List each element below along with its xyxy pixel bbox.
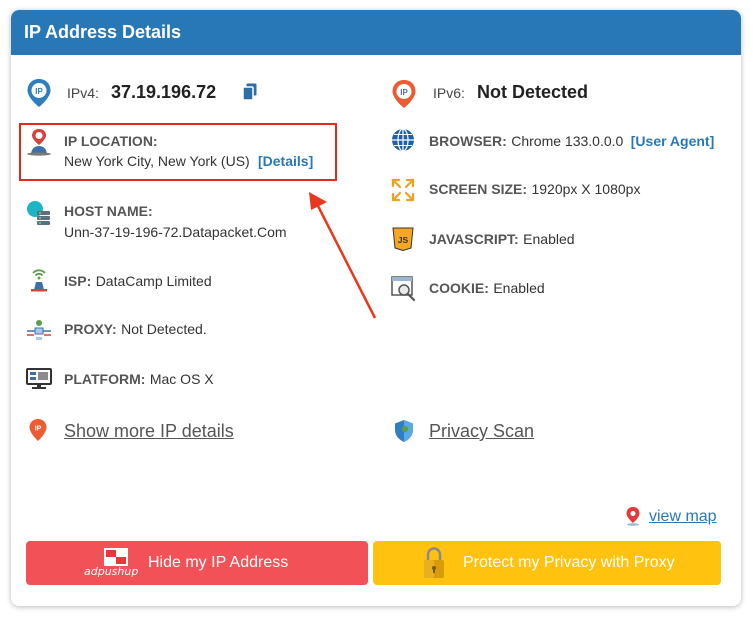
shield-icon [395,420,413,442]
browser-row: BROWSER: Chrome 133.0.0.0 [User Agent] [429,133,714,151]
proxy-label: PROXY: [64,321,117,337]
host-label: HOST NAME: [64,203,153,219]
platform-value: Mac OS X [149,371,214,387]
svg-text:IP: IP [35,426,42,433]
view-map-link[interactable]: view map [649,508,717,526]
svg-text:IP: IP [35,87,43,96]
platform-label: PLATFORM: [64,371,146,387]
ipv6-value: Not Detected [477,82,589,102]
user-agent-link[interactable]: [User Agent] [631,133,715,149]
ip-pin-icon: IP [392,80,416,108]
host-value: Unn-37-19-196-72.Datapacket.Com [64,224,287,240]
isp-tower-icon [31,269,47,292]
host-server-icon [27,201,50,225]
card-title: IP Address Details [24,22,182,42]
monitor-icon [26,368,52,389]
javascript-label: JAVASCRIPT: [429,231,519,247]
isp-label: ISP: [64,273,92,289]
cookie-value: Enabled [493,280,545,296]
ipv4-label: IPv4: [67,85,99,101]
proxy-row: PROXY: Not Detected. [64,321,207,339]
isp-row: ISP: DataCamp Limited [64,273,212,291]
adpushup-brand: adpushup [84,565,139,578]
browser-label: BROWSER: [429,133,507,149]
svg-text:JS: JS [398,235,409,245]
privacy-scan-link[interactable]: Privacy Scan [429,421,534,442]
show-more-ip-details-link[interactable]: Show more IP details [64,421,234,442]
platform-row: PLATFORM: Mac OS X [64,371,214,389]
screen-value: 1920px X 1080px [531,181,641,197]
browser-value: Chrome 133.0.0.0 [511,133,624,149]
hide-ip-label: Hide my IP Address [148,554,289,571]
padlock-icon [424,547,444,578]
globe-icon [392,128,414,152]
card-header: IP Address Details [11,10,741,55]
proxy-network-icon [27,320,51,340]
cookie-row: COOKIE: Enabled [429,280,545,298]
location-highlight-box [19,123,337,181]
map-pin-icon [626,507,640,526]
cookie-search-icon [391,276,416,302]
isp-value: DataCamp Limited [95,273,212,289]
javascript-row: JAVASCRIPT: Enabled [429,231,575,249]
location-value: New York City, New York (US) [64,153,250,169]
location-details-link[interactable]: [Details] [258,153,313,169]
screen-label: SCREEN SIZE: [429,181,528,197]
location-label: IP LOCATION: [64,133,158,149]
location-person-icon [27,129,51,156]
svg-text:IP: IP [400,88,408,97]
hide-ip-button[interactable]: Hide my IP Address [26,541,368,585]
protect-privacy-button[interactable]: Protect my Privacy with Proxy [373,541,721,585]
proxy-value: Not Detected. [121,321,207,337]
annotation-arrow [309,192,377,319]
screen-row: SCREEN SIZE: 1920px X 1080px [429,181,640,199]
expand-arrows-icon [391,178,415,202]
protect-privacy-label: Protect my Privacy with Proxy [463,554,675,571]
ip-pin-icon: IP [29,419,47,441]
javascript-icon: JS [392,227,414,251]
ip-pin-icon: IP [27,79,51,107]
cookie-label: COOKIE: [429,280,489,296]
ipv4-value: 37.19.196.72 [111,82,217,102]
copy-icon[interactable] [242,83,258,101]
javascript-value: Enabled [523,231,575,247]
ipv6-label: IPv6: [433,85,465,101]
